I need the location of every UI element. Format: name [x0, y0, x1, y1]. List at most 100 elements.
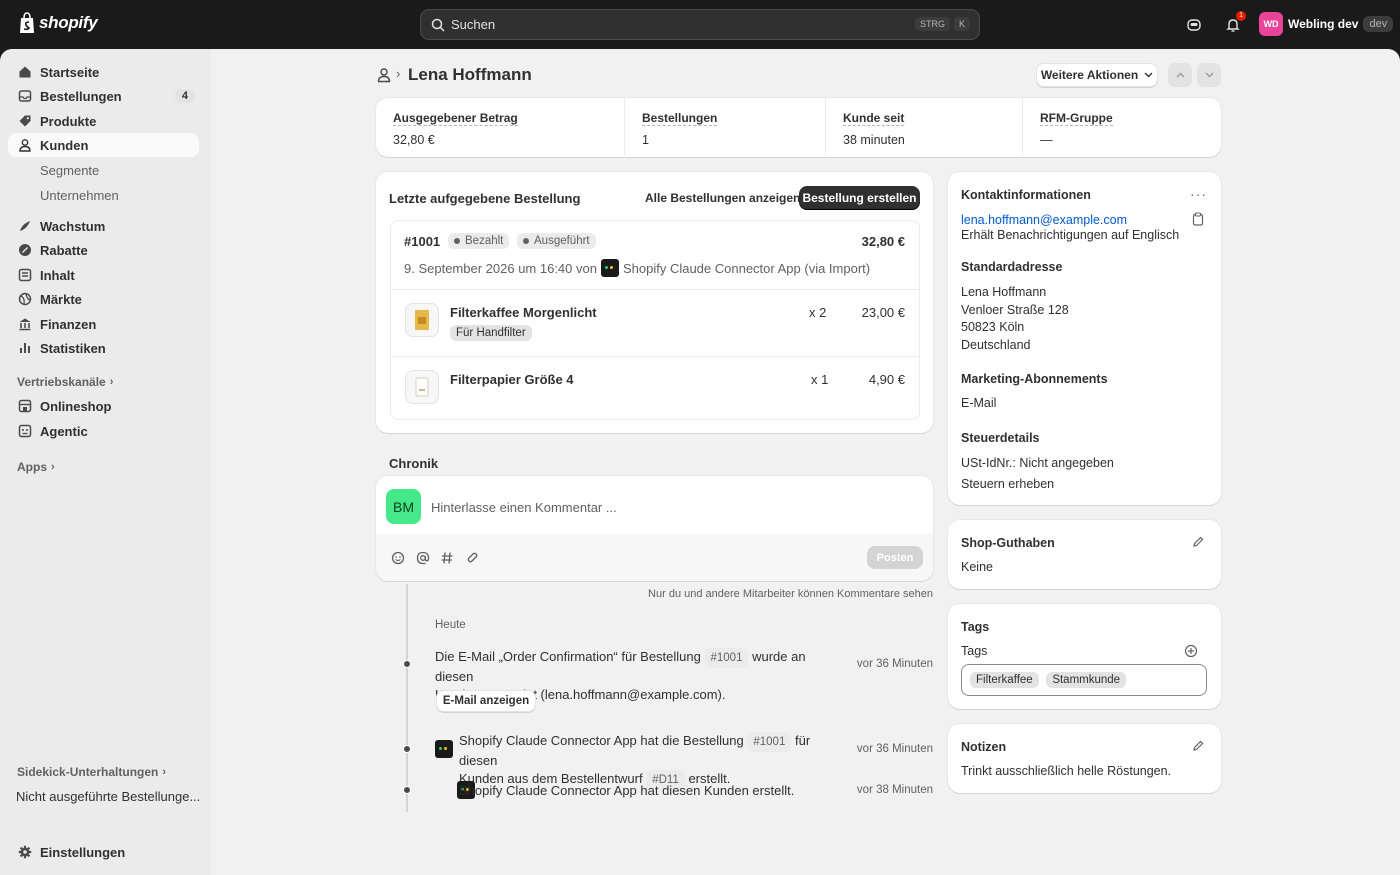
view-all-orders-button[interactable]: Alle Bestellungen anzeigen — [645, 191, 800, 205]
page-title: Lena Hoffmann — [408, 65, 532, 84]
event-text: Die E-Mail „Order Confirmation“ für Best… — [435, 649, 701, 664]
sidebar-item-label: Produkte — [40, 113, 97, 129]
chevron-down-icon — [1205, 72, 1213, 78]
tag-chip[interactable]: Filterkaffee — [970, 672, 1039, 688]
timeline-day-label: Heute — [435, 619, 466, 631]
edit-icon[interactable] — [1192, 536, 1204, 551]
address-line: Lena Hoffmann — [961, 285, 1047, 299]
app-icon — [600, 259, 619, 277]
sidebar-item-bestellungen[interactable]: Bestellungen 4 — [8, 84, 199, 108]
divider — [391, 289, 919, 290]
filter-paper-icon — [415, 377, 429, 397]
sidebar-item-finanzen[interactable]: Finanzen — [8, 312, 199, 336]
bell-icon[interactable]: 1 — [1223, 11, 1246, 35]
sidebar-item-kunden[interactable]: Kunden — [8, 133, 199, 157]
sidebar-subitem-unternehmen[interactable]: Unternehmen — [40, 188, 119, 203]
next-customer-button[interactable] — [1197, 63, 1221, 87]
sidebar-item-maerkte[interactable]: Märkte — [8, 287, 199, 311]
person-icon[interactable] — [376, 67, 392, 86]
tag-chip[interactable]: Stammkunde — [1046, 672, 1127, 688]
store-credit-card: Shop-Guthaben Keine — [948, 520, 1221, 589]
orders-count-badge: 4 — [174, 89, 195, 103]
sales-channels-section[interactable]: Vertriebskanäle › — [17, 375, 113, 389]
tags-card: Tags Tags Filterkaffee Stammkunde — [948, 604, 1221, 709]
sidebar-item-label: Rabatte — [40, 242, 88, 258]
sidebar-item-statistiken[interactable]: Statistiken — [8, 336, 199, 360]
sidebar-item-agentic[interactable]: Agentic — [8, 419, 199, 443]
sidebar-item-label: Statistiken — [40, 340, 106, 356]
add-tag-icon[interactable] — [1184, 644, 1198, 661]
address-line: 50823 Köln — [961, 320, 1025, 334]
product-thumbnail[interactable] — [405, 303, 439, 337]
sidekick-label: Sidekick-Unterhaltungen — [17, 765, 159, 779]
previous-customer-button[interactable] — [1168, 63, 1192, 87]
apps-label: Apps — [17, 460, 47, 474]
notification-count: 1 — [1236, 11, 1246, 21]
sidebar-item-onlineshop[interactable]: Onlineshop — [8, 394, 199, 418]
globe-icon — [18, 292, 32, 306]
default-address: Lena Hoffmann Venloer Straße 128 50823 K… — [961, 284, 1069, 354]
chevron-right-icon: › — [162, 766, 167, 778]
copy-icon[interactable] — [1192, 212, 1204, 229]
store-env-tag: dev — [1363, 16, 1394, 32]
person-icon — [18, 138, 32, 152]
emoji-icon[interactable] — [391, 551, 405, 568]
shortcut-key: K — [953, 17, 970, 31]
apps-section[interactable]: Apps › — [17, 460, 55, 474]
search-input[interactable]: Suchen STRG K — [420, 9, 980, 40]
sidekick-section[interactable]: Sidekick-Unterhaltungen › — [17, 765, 166, 779]
comment-toolbar: Posten — [376, 534, 933, 581]
line-item-variant: Für Handfilter — [450, 325, 532, 341]
last-order-card: Letzte aufgegebene Bestellung Alle Beste… — [376, 172, 933, 433]
more-actions-button[interactable]: Weitere Aktionen — [1036, 63, 1158, 87]
sidebar-item-rabatte[interactable]: Rabatte — [8, 238, 199, 262]
address-line: Venloer Straße 128 — [961, 302, 1069, 317]
mention-icon[interactable] — [416, 551, 430, 568]
sidebar-item-startseite[interactable]: Startseite — [8, 60, 199, 84]
more-options-icon[interactable]: ··· — [1190, 186, 1207, 202]
tax-heading: Steuerdetails — [961, 431, 1040, 445]
address-line: Deutschland — [961, 337, 1031, 352]
sidebar-item-einstellungen[interactable]: Einstellungen — [8, 840, 199, 864]
sidebar-item-wachstum[interactable]: Wachstum — [8, 214, 199, 238]
sidebar-subitem-segmente[interactable]: Segmente — [40, 163, 99, 178]
sidebar-item-inhalt[interactable]: Inhalt — [8, 263, 199, 287]
order-source: Shopify Claude Connector App (via Import… — [622, 260, 871, 276]
address-heading: Standardadresse — [961, 260, 1063, 274]
breadcrumb-chevron-icon: › — [396, 66, 401, 81]
metric-label: Ausgegebener Betrag — [393, 111, 518, 126]
customer-email-link[interactable]: lena.hoffmann@example.com — [961, 213, 1127, 227]
view-email-button[interactable]: E-Mail anzeigen — [436, 690, 536, 712]
store-switcher[interactable]: WD Webling dev dev — [1259, 12, 1394, 36]
product-thumbnail[interactable] — [405, 370, 439, 404]
timeline-event: Shopify Claude Connector App hat diesen … — [459, 783, 795, 798]
comment-visibility-note: Nur du und andere Mitarbeiter können Kom… — [648, 588, 933, 600]
line-item-name[interactable]: Filterpapier Größe 4 — [450, 372, 574, 387]
sidebar-item-label: Einstellungen — [40, 844, 126, 860]
line-item-price: 23,00 € — [861, 305, 905, 320]
sidebar-item-label: Märkte — [40, 291, 82, 307]
marketing-heading: Marketing-Abonnements — [961, 372, 1108, 386]
page-header: › Lena Hoffmann Weitere Aktionen — [376, 63, 1222, 87]
tags-input[interactable]: Filterkaffee Stammkunde — [961, 664, 1207, 696]
post-button[interactable]: Posten — [867, 546, 923, 569]
sidebar-item-produkte[interactable]: Produkte — [8, 109, 199, 133]
status-dot — [454, 238, 460, 244]
order-ref-chip[interactable]: #1001 — [704, 648, 749, 668]
line-item-name[interactable]: Filterkaffee Morgenlicht — [450, 305, 597, 320]
chart-icon — [18, 341, 32, 355]
attachment-icon[interactable] — [465, 551, 479, 568]
search-placeholder: Suchen — [451, 17, 496, 32]
sidebar-item-label: Inhalt — [40, 267, 75, 283]
store-name: Webling dev — [1288, 17, 1359, 31]
hashtag-icon[interactable] — [440, 551, 454, 568]
metric-label: Kunde seit — [843, 111, 905, 126]
comment-input[interactable]: Hinterlasse einen Kommentar ... — [431, 500, 617, 515]
order-number-link[interactable]: #1001 — [404, 234, 440, 249]
edit-icon[interactable] — [1192, 740, 1204, 755]
order-ref-chip[interactable]: #1001 — [747, 732, 792, 752]
shopify-logo[interactable]: shopify — [18, 12, 98, 34]
sidekick-icon[interactable] — [1184, 15, 1204, 35]
create-order-button[interactable]: Bestellung erstellen — [799, 186, 920, 210]
sidekick-conversation-item[interactable]: Nicht ausgeführte Bestellunge... — [16, 789, 200, 804]
